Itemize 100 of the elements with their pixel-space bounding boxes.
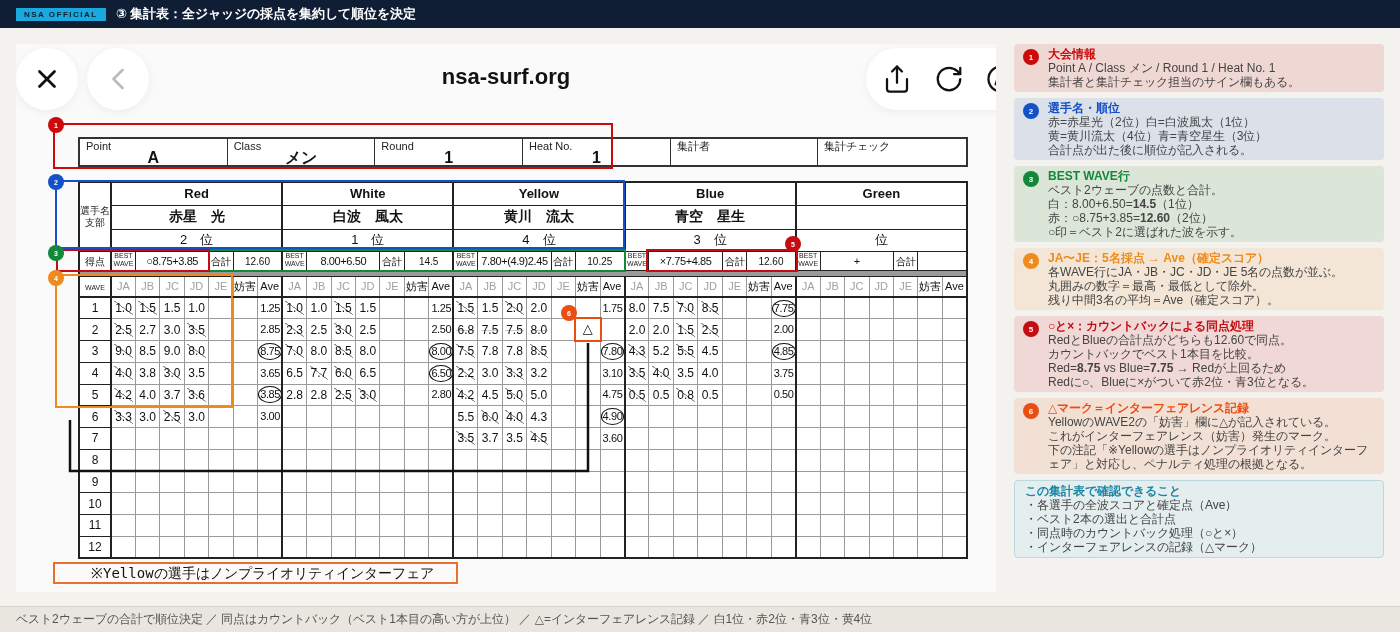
judge-score: 3.5	[456, 431, 476, 446]
judge-score: 8.0	[627, 301, 647, 316]
card-text: 丸囲みの数字＝最高・最低として除外。	[1048, 279, 1265, 293]
column-header: JD	[703, 280, 717, 293]
judge-score: 4.5	[700, 344, 720, 359]
column-header: JC	[678, 280, 693, 293]
card-text: Redに○、Blueに×がついて赤2位・青3位となる。	[1048, 375, 1315, 389]
judge-score: 3.0	[333, 322, 353, 337]
judge-score: 1.5	[676, 322, 695, 337]
judge-score: 2.0	[651, 322, 671, 337]
column-header: JE	[556, 280, 570, 293]
total-score: 12.60	[244, 255, 270, 267]
judge-score: 5.2	[651, 344, 671, 359]
column-header: Ave	[602, 280, 622, 293]
card-text: 合計点が出た後に順位が記入される。	[1048, 143, 1253, 157]
judge-score: 2.3	[285, 322, 304, 337]
judge-score: 1.5	[480, 301, 500, 316]
url-text: nsa-surf.org	[441, 64, 571, 90]
wave-number: 9	[91, 475, 99, 489]
judge-score: 3.5	[676, 366, 695, 381]
judge-score: 3.0	[187, 409, 206, 424]
judge-score: 3.0	[162, 366, 182, 381]
judge-score: 2.0	[529, 301, 549, 316]
field-label: Class	[233, 140, 262, 152]
card-text: ・インターフェアレンスの記録（△マーク）	[1025, 540, 1264, 554]
rank-text: 1 位	[351, 232, 385, 248]
sheet-note: ※Yellowの選手はノンプライオリティインターフェア	[53, 562, 458, 584]
column-header: JA	[459, 280, 473, 293]
column-header: JB	[483, 280, 497, 293]
column-header: Ave	[431, 280, 451, 293]
number-badge: 5	[1023, 321, 1039, 337]
wave-number: 6	[91, 410, 99, 424]
judge-score: 6.5	[285, 366, 304, 381]
average-score: 2.00	[772, 322, 795, 338]
judge-score: 3.5	[187, 322, 206, 337]
judge-score: 9.0	[162, 344, 182, 359]
judge-score: 7.0	[676, 301, 695, 316]
judge-score: 8.5	[700, 301, 720, 316]
column-header: JB	[825, 280, 839, 293]
column-header: JD	[361, 280, 375, 293]
judge-score: 7.0	[285, 344, 304, 359]
team-color-label: Green	[862, 186, 901, 201]
column-header: JC	[507, 280, 522, 293]
card-text: ・同点時のカウントバック処理（○と×）	[1025, 526, 1245, 540]
judge-score: 1.5	[358, 301, 378, 316]
judge-score: 2.5	[358, 322, 378, 337]
card-title: ○と×：カウントバックによる同点処理	[1048, 319, 1256, 333]
column-header: JA	[117, 280, 130, 293]
reload-icon[interactable]	[934, 64, 964, 94]
field-value: A	[147, 150, 160, 166]
judge-score: 3.2	[529, 366, 549, 381]
average-score: 0.50	[772, 387, 795, 403]
number-badge: 2	[1023, 103, 1039, 119]
judge-score: 1.0	[187, 301, 206, 316]
judge-score: 7.5	[456, 344, 476, 359]
judge-score: 8.5	[333, 344, 353, 359]
column-header: JA	[801, 280, 815, 293]
card-text: ○印＝ベスト2に選ばれた波を示す。	[1048, 225, 1243, 239]
judge-score: 7.5	[505, 322, 524, 337]
number-badge: 3	[1023, 171, 1039, 187]
judge-score: 2.5	[309, 322, 329, 337]
card-text: カウントバックでベスト1本目を比較。	[1048, 347, 1260, 361]
judge-score: 7.7	[309, 366, 329, 381]
best-wave-scores: 8.00+6.50	[320, 254, 367, 267]
judge-score: 1.5	[138, 301, 157, 316]
best-wave-scores: 7.80+(4.9)2.45	[481, 254, 548, 267]
column-header: JA	[630, 280, 644, 293]
rank-text: 位	[874, 232, 888, 248]
number-badge: 1	[1023, 49, 1039, 65]
row-label: 選手名支部	[80, 204, 110, 229]
field-label: Heat No.	[529, 140, 573, 152]
team-color-label: Red	[184, 186, 209, 201]
card-text: 赤：○8.75+3.85=12.60（2位）	[1048, 211, 1214, 225]
column-header: JC	[850, 280, 864, 293]
wave-number: 7	[91, 432, 99, 446]
column-header: JC	[165, 280, 179, 293]
judge-score: 4.0	[114, 366, 133, 381]
column-header: 妨害	[576, 280, 599, 293]
judge-score: 3.5	[187, 366, 206, 381]
judge-score: 4.3	[627, 344, 647, 359]
field-value: 1	[591, 150, 601, 166]
wave-number: 3	[91, 345, 99, 359]
card-text: 赤=赤星光（2位）白=白波風太（1位）	[1048, 115, 1257, 129]
judge-score: 7.5	[480, 322, 500, 337]
team-color-label: White	[350, 186, 386, 201]
average-score: 3.10	[601, 365, 624, 381]
surfer-name: 白波 風太	[332, 209, 403, 225]
judge-score: 3.0	[138, 409, 157, 424]
judge-score: 4.0	[651, 366, 671, 381]
judge-score: 4.2	[456, 387, 476, 402]
judge-score: 2.2	[456, 366, 476, 381]
judge-score: 0.5	[627, 387, 647, 402]
footer-text: ベスト2ウェーブの合計で順位決定 ／ 同点はカウントバック（ベスト1本目の高い方が上位） ／ △=インターフェアレンス記録 ／ 白1位・赤2位・青3位・黄4位	[0, 606, 1400, 632]
column-header: Ave	[773, 280, 793, 293]
judge-score: 5.0	[505, 387, 524, 402]
judge-score: 3.3	[114, 409, 133, 424]
column-header: JB	[312, 280, 326, 293]
average-score: 2.80	[430, 387, 453, 403]
card-text: Red=8.75 vs Blue=7.75 → Redが上回るため	[1048, 361, 1288, 375]
card-title: この集計表で確認できること	[1025, 484, 1182, 498]
